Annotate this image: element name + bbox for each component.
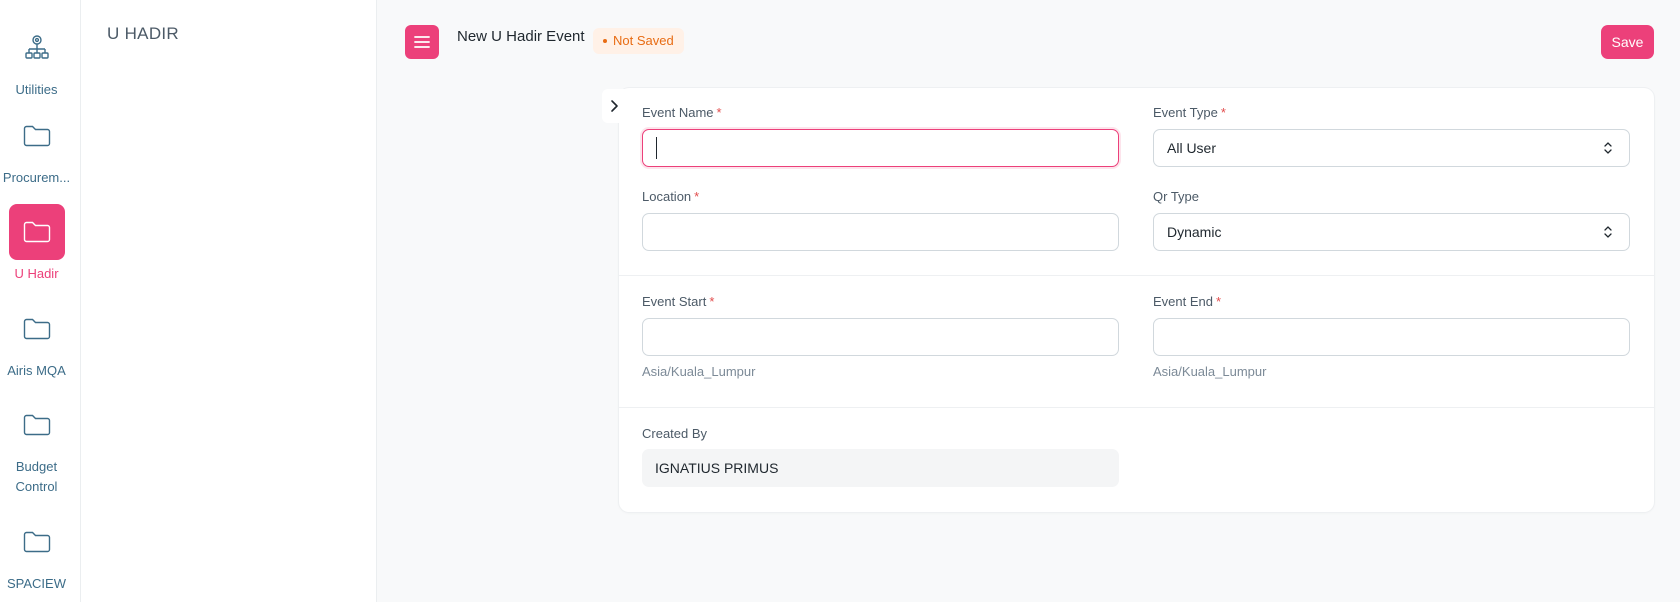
main-content: New U Hadir Event Not Saved Save Event N… [377, 0, 1680, 602]
event-name-label: Event Name * [642, 105, 722, 120]
rail-label: Budget Control [15, 459, 58, 494]
qr-type-select[interactable]: Dynamic [1153, 213, 1630, 251]
module-title: U HADIR [107, 24, 179, 43]
folder-icon [9, 514, 65, 570]
location-input[interactable] [642, 213, 1119, 251]
rail-label: Utilities [15, 82, 58, 97]
created-by-label: Created By [642, 426, 708, 441]
rail-item-utilities[interactable]: Utilities [0, 20, 73, 100]
section-divider [619, 407, 1654, 408]
rail-label: Airis MQA [7, 363, 66, 378]
created-by-value: IGNATIUS PRIMUS [642, 449, 1119, 487]
event-start-label: Event Start * [642, 294, 715, 309]
menu-button[interactable] [405, 25, 439, 59]
sitemap-icon [9, 20, 65, 76]
folder-icon [9, 108, 65, 164]
rail-item-u-hadir[interactable]: U Hadir [0, 204, 73, 284]
status-badge: Not Saved [593, 28, 684, 54]
page-title: New U Hadir Event [457, 28, 585, 45]
event-type-label: Event Type * [1153, 105, 1226, 120]
rail-item-spaciew[interactable]: SPACIEW [0, 514, 73, 594]
folder-icon [9, 397, 65, 453]
folder-icon [8, 204, 65, 260]
event-end-timezone: Asia/Kuala_Lumpur [1153, 364, 1267, 379]
module-panel: U HADIR [81, 0, 377, 602]
app-rail: Utilities Procurem... U Hadir Airis MQA … [0, 0, 81, 602]
chevron-updown-icon [1604, 142, 1612, 154]
event-type-select[interactable]: All User [1153, 129, 1630, 167]
rail-label: U Hadir [14, 266, 59, 281]
sidebar-toggle[interactable] [602, 89, 626, 123]
event-end-input[interactable] [1153, 318, 1630, 356]
save-button[interactable]: Save [1601, 25, 1654, 59]
qr-type-label: Qr Type [1153, 189, 1200, 204]
rail-item-airis-mqa[interactable]: Airis MQA [0, 301, 73, 381]
chevron-updown-icon [1604, 226, 1612, 238]
form-card: Event Name * Event Type * All User Locatio… [619, 88, 1654, 512]
section-divider [619, 275, 1654, 276]
rail-item-budget-control[interactable]: Budget Control [0, 397, 73, 497]
event-start-input[interactable] [642, 318, 1119, 356]
event-start-timezone: Asia/Kuala_Lumpur [642, 364, 756, 379]
event-name-input[interactable] [642, 129, 1119, 167]
text-caret [656, 137, 657, 159]
rail-label: SPACIEW [7, 576, 66, 591]
folder-icon [9, 301, 65, 357]
rail-item-procurement[interactable]: Procurem... [0, 108, 73, 188]
rail-label: Procurem... [2, 170, 71, 185]
event-end-label: Event End * [1153, 294, 1222, 309]
chevron-right-icon [610, 100, 618, 112]
location-label: Location * [642, 189, 700, 204]
hamburger-icon [414, 36, 430, 48]
